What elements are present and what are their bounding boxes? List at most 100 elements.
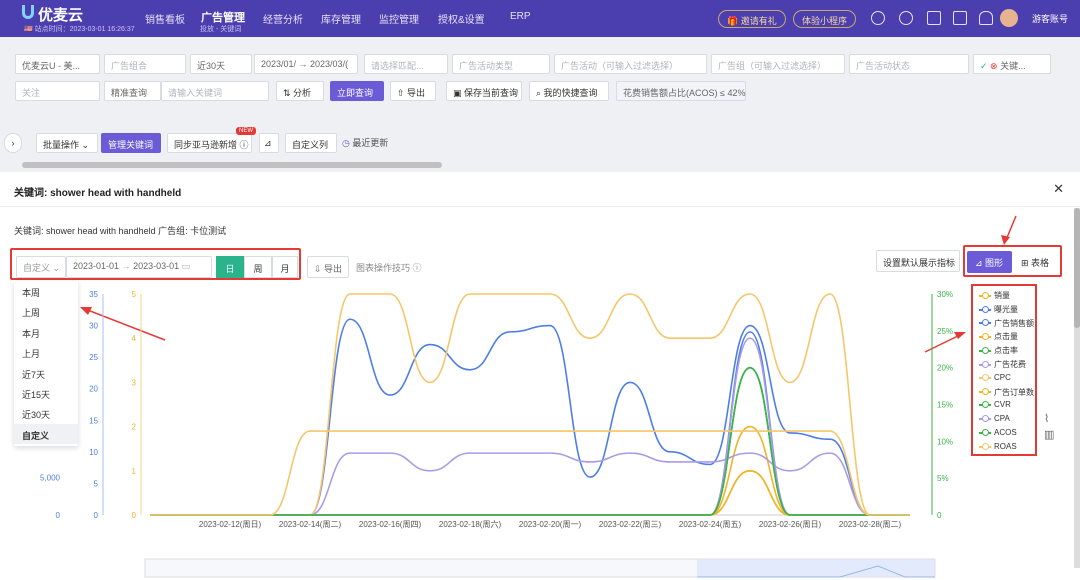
user-name[interactable]: 游客账号 <box>1032 12 1068 25</box>
chart-view-tab[interactable]: ⊿ 图形 <box>967 251 1012 273</box>
legend-item[interactable]: 点击量 <box>979 331 1018 342</box>
help-icon[interactable] <box>899 11 913 25</box>
cart-icon[interactable] <box>953 11 967 25</box>
keyword-info: 关键词: shower head with handheld 广告组: 卡位测试 <box>14 226 227 236</box>
y-tick-label: 0 <box>132 511 137 520</box>
miniapp-button[interactable]: 体验小程序 <box>793 10 857 28</box>
nav-inventory[interactable]: 库存管理 <box>321 11 361 26</box>
legend-label: 广告花费 <box>994 360 1026 369</box>
range-option[interactable]: 近7天 <box>14 363 78 383</box>
legend-item[interactable]: 销量 <box>979 290 1010 301</box>
nav-analysis[interactable]: 经营分析 <box>263 11 303 26</box>
legend-label: ACOS <box>994 428 1017 437</box>
legend-label: 点击率 <box>994 346 1018 356</box>
legend-label: CPA <box>994 414 1010 424</box>
granularity-week[interactable]: 周 <box>244 256 272 278</box>
invite-button[interactable]: 🎁 邀请有礼 <box>718 10 786 28</box>
query-button[interactable]: 立即查询 <box>330 81 384 101</box>
acos-tag[interactable]: 花费销售额占比(ACOS) ≤ 42% <box>616 81 746 101</box>
info-icon: ⓘ <box>237 140 249 150</box>
chart-toggle-icon[interactable]: ⊿ <box>259 133 279 153</box>
legend-item[interactable]: 广告销售额 <box>979 318 1034 329</box>
nav-monitor[interactable]: 监控管理 <box>379 11 419 26</box>
campaign-type-select[interactable]: 广告活动类型 <box>452 54 550 74</box>
bar-chart-icon[interactable]: ▥ <box>1044 428 1054 441</box>
exact-query-select[interactable]: 精准查询 <box>104 81 161 101</box>
collapse-button[interactable]: › <box>4 133 22 153</box>
legend-item[interactable]: CPA <box>979 414 1010 423</box>
sync-amazon-button[interactable]: 同步亚马逊新增 ⓘ <box>167 133 252 153</box>
keyword-detail-modal: 关键词: shower head with handheld ✕ 关键词: sh… <box>0 172 1080 580</box>
match-type-select[interactable]: 请选择匹配... <box>364 54 448 74</box>
bell-icon[interactable] <box>979 11 993 25</box>
legend-item[interactable]: 广告订单数 <box>979 387 1034 398</box>
nav-settings[interactable]: 授权&设置 <box>438 11 485 26</box>
save-icon: ▣ <box>453 88 465 98</box>
analyze-button[interactable]: ⇅ 分析 <box>276 81 324 101</box>
table-view-tab[interactable]: ⊞ 表格 <box>1013 251 1059 273</box>
message-icon[interactable] <box>927 11 941 25</box>
avatar[interactable] <box>1000 9 1018 27</box>
series-line <box>150 366 910 516</box>
manage-keywords-button[interactable]: 管理关键词 <box>101 133 161 153</box>
legend-marker-icon <box>979 373 991 381</box>
range-type-select[interactable]: 自定义 ⌄ <box>16 256 66 278</box>
close-icon[interactable]: ✕ <box>1053 181 1064 197</box>
series-line <box>150 318 910 516</box>
range-option[interactable]: 上月 <box>14 342 78 362</box>
portfolio-select[interactable]: 广告组合 <box>104 54 186 74</box>
legend-item[interactable]: 曝光量 <box>979 304 1018 315</box>
vertical-scrollbar[interactable] <box>1074 208 1080 568</box>
legend-item[interactable]: 点击率 <box>979 345 1018 356</box>
store-select[interactable]: 优麦云U - 美... <box>15 54 100 74</box>
legend-item[interactable]: ROAS <box>979 442 1017 451</box>
period-select[interactable]: 近30天 <box>190 54 252 74</box>
invite-label: 邀请有礼 <box>740 16 777 26</box>
horizontal-scrollbar[interactable] <box>22 162 442 168</box>
range-option-selected[interactable]: 自定义 <box>14 423 78 445</box>
set-default-metrics-button[interactable]: 设置默认展示指标 <box>876 250 960 272</box>
keyword-status-select[interactable]: ✓ ⊗ 关键... <box>973 54 1051 74</box>
my-query-button[interactable]: ⌕ 我的快捷查询 <box>529 81 609 101</box>
granularity-month[interactable]: 月 <box>272 256 298 278</box>
follow-select[interactable]: 关注 <box>15 81 100 101</box>
batch-button[interactable]: 批量操作 ⌄ <box>36 133 98 153</box>
gift-icon: 🎁 <box>727 16 741 26</box>
cross-icon: ⊗ <box>987 61 1001 71</box>
nav-ads[interactable]: 广告管理 <box>201 9 245 25</box>
legend-item[interactable]: 广告花费 <box>979 359 1026 370</box>
save-query-button[interactable]: ▣ 保存当前查询 <box>446 81 522 101</box>
chart-legend: 销量曝光量广告销售额点击量点击率广告花费 CPC 广告订单数 CVR CPA ACOS RO… <box>971 284 1037 456</box>
legend-item[interactable]: ACOS <box>979 428 1017 437</box>
chart-tips-link[interactable]: 图表操作技巧 ⓘ <box>356 261 422 274</box>
recent-update[interactable]: ◷ 最近更新 <box>342 136 388 149</box>
app-logo[interactable]: 优麦云 <box>38 4 83 25</box>
support-icon[interactable] <box>871 11 885 25</box>
nav-erp[interactable]: ERP <box>510 11 531 22</box>
range-option[interactable]: 本周 <box>14 281 78 301</box>
legend-item[interactable]: CPC <box>979 373 1011 382</box>
campaign-status-select[interactable]: 广告活动状态 <box>849 54 969 74</box>
legend-item[interactable]: CVR <box>979 400 1011 409</box>
series-line <box>150 430 910 516</box>
date-range-input[interactable]: 2023/01/ → 2023/03/( <box>254 54 358 74</box>
keyword-input[interactable]: 请输入关键词 <box>161 81 269 101</box>
custom-columns-button[interactable]: 自定义列 <box>285 133 337 153</box>
range-option[interactable]: 本月 <box>14 322 78 342</box>
date-range-picker[interactable]: 2023-01-01 → 2023-03-01 ▭ <box>66 256 212 278</box>
range-option[interactable]: 近30天 <box>14 403 78 423</box>
granularity-day[interactable]: 日 <box>216 256 244 278</box>
adgroup-filter[interactable]: 广告组（可输入过滤选择） <box>711 54 845 74</box>
scroll-thumb[interactable] <box>1074 208 1080 328</box>
range-option[interactable]: 近15天 <box>14 383 78 403</box>
metrics-line-chart[interactable]: 0 5,000 0 5 10 15 20 25 30 35 0 1 2 3 4 5 0 5% 10% 15% 20% 25… <box>0 282 1080 580</box>
y-tick-label: 0 <box>56 511 61 520</box>
line-chart-icon[interactable]: ⌇ <box>1044 412 1049 425</box>
chart-export-button[interactable]: ⇩ 导出 <box>307 256 349 278</box>
x-tick-label: 2023-02-16(周四) <box>359 520 422 529</box>
range-option[interactable]: 上周 <box>14 301 78 321</box>
site-time: 🇺🇸 站点时间：2023-03-01 16:26:37 <box>24 26 135 33</box>
export-button[interactable]: ⇧ 导出 <box>390 81 436 101</box>
nav-sales[interactable]: 销售看板 <box>145 11 185 26</box>
campaign-filter[interactable]: 广告活动（可输入过滤选择） <box>554 54 707 74</box>
